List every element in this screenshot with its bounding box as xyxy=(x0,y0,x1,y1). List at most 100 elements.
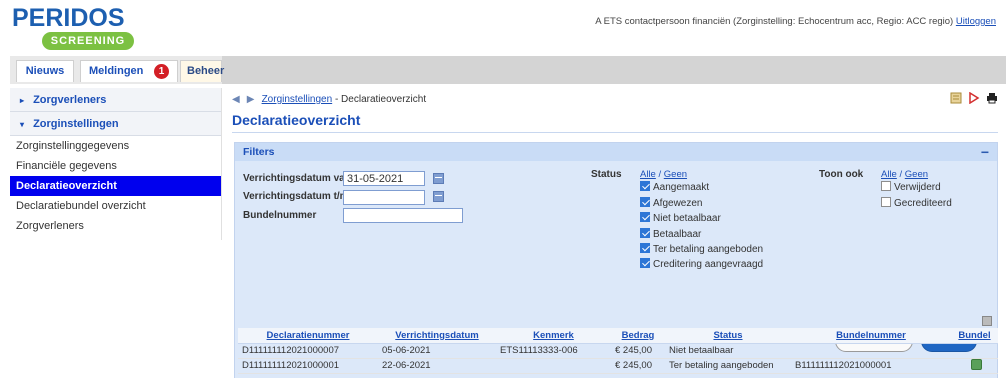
date-to-input[interactable] xyxy=(343,190,425,205)
breadcrumb-link-zorginstellingen[interactable]: Zorginstellingen xyxy=(262,94,333,105)
forward-arrow-icon[interactable]: ▶ xyxy=(247,92,259,108)
col-header-verrichtingsdatum[interactable]: Verrichtingsdatum xyxy=(378,328,496,344)
sidebar-item-declaratiebundel-overzicht[interactable]: Declaratiebundel overzicht xyxy=(10,196,221,216)
tab-bar: Nieuws Meldingen 1 Beheer xyxy=(10,56,1006,84)
checkbox[interactable] xyxy=(881,181,891,191)
calendar-icon[interactable] xyxy=(433,173,444,184)
status-select-links: Alle / Geen xyxy=(640,169,687,180)
back-arrow-icon[interactable]: ◀ xyxy=(232,92,244,108)
logout-link[interactable]: Uitloggen xyxy=(956,16,996,27)
status-option-label: Aangemaakt xyxy=(653,182,710,193)
checkbox[interactable] xyxy=(640,212,650,222)
status-geen-link[interactable]: Geen xyxy=(664,169,687,180)
checkbox[interactable] xyxy=(640,197,650,207)
tab-beheer[interactable]: Beheer xyxy=(180,60,225,82)
col-header-declaratienummer[interactable]: Declaratienummer xyxy=(238,328,378,344)
title-divider xyxy=(232,132,998,133)
status-option-afgewezen[interactable]: Afgewezen xyxy=(640,197,702,210)
sidebar-group-zorginstellingen[interactable]: ▾ Zorginstellingen xyxy=(10,112,221,136)
cell-declaratienummer: D111111112021000007 xyxy=(238,343,378,359)
header: PERIDOS SCREENING A ETS contactpersoon f… xyxy=(0,0,1008,52)
caret-right-icon: ▸ xyxy=(20,96,25,105)
status-option-niet-betaalbaar[interactable]: Niet betaalbaar xyxy=(640,212,721,225)
table-header-row: Declaratienummer Verrichtingsdatum Kenme… xyxy=(238,328,998,344)
pdf-export-icon[interactable] xyxy=(968,92,980,105)
toon-geen-link[interactable]: Geen xyxy=(905,169,928,180)
status-option-label: Afgewezen xyxy=(653,198,703,209)
calendar-icon[interactable] xyxy=(433,191,444,202)
status-option-betaalbaar[interactable]: Betaalbaar xyxy=(640,228,701,241)
breadcrumb-current: - Declaratieoverzicht xyxy=(334,94,427,105)
cell-status: Niet betaalbaar xyxy=(665,343,791,359)
status-option-label: Niet betaalbaar xyxy=(653,213,721,224)
logo-text: PERIDOS xyxy=(12,4,125,32)
logo-subtitle: SCREENING xyxy=(42,32,134,50)
toolbar-icons xyxy=(947,92,998,108)
status-option-creditering-aangevraagd[interactable]: Creditering aangevraagd xyxy=(640,258,763,271)
col-header-bedrag[interactable]: Bedrag xyxy=(611,328,665,344)
checkbox[interactable] xyxy=(640,228,650,238)
tab-beheer-label: Beheer xyxy=(187,65,225,77)
user-info: A ETS contactpersoon financiën (Zorginst… xyxy=(595,16,996,27)
bundelnummer-label: Bundelnummer xyxy=(243,210,317,221)
checkbox[interactable] xyxy=(881,197,891,207)
sidebar-item-zorgverleners[interactable]: Zorgverleners xyxy=(10,216,221,236)
cell-kenmerk xyxy=(496,358,611,374)
col-header-kenmerk[interactable]: Kenmerk xyxy=(496,328,611,344)
sidebar-item-financiele-gegevens[interactable]: Financiële gegevens xyxy=(10,156,221,176)
toon-option-verwijderd[interactable]: Verwijderd xyxy=(881,181,941,194)
sidebar-item-declaratieoverzicht[interactable]: Declaratieoverzicht xyxy=(10,176,221,196)
date-to-label: Verrichtingsdatum t/m xyxy=(243,191,349,202)
checkbox[interactable] xyxy=(640,181,650,191)
sidebar-group-zorgverleners[interactable]: ▸ Zorgverleners xyxy=(10,88,221,112)
toon-separator: / xyxy=(896,169,905,180)
breadcrumb: ◀ ▶ Zorginstellingen - Declaratieoverzic… xyxy=(232,92,426,108)
caret-down-icon: ▾ xyxy=(20,120,25,129)
tab-meldingen[interactable]: Meldingen 1 xyxy=(80,60,178,82)
bundel-icon[interactable] xyxy=(971,358,982,370)
col-header-bundelnummer[interactable]: Bundelnummer xyxy=(791,328,951,344)
status-option-label: Betaalbaar xyxy=(653,229,702,240)
tab-nieuws[interactable]: Nieuws xyxy=(16,60,74,82)
checkbox[interactable] xyxy=(640,243,650,253)
col-header-bundel[interactable]: Bundel xyxy=(951,328,998,344)
toon-select-links: Alle / Geen xyxy=(881,169,928,180)
cell-verrichtingsdatum: 05-06-2021 xyxy=(378,343,496,359)
col-header-status[interactable]: Status xyxy=(665,328,791,344)
status-option-ter-betaling-aangeboden[interactable]: Ter betaling aangeboden xyxy=(640,243,763,256)
status-option-aangemaakt[interactable]: Aangemaakt xyxy=(640,181,709,194)
sidebar: ▸ Zorgverleners ▾ Zorginstellingen Zorgi… xyxy=(10,88,222,240)
checkbox[interactable] xyxy=(640,258,650,268)
collapse-icon[interactable]: − xyxy=(981,143,989,161)
toon-alle-link[interactable]: Alle xyxy=(881,169,897,180)
date-from-input[interactable] xyxy=(343,171,425,186)
status-option-label: Creditering aangevraagd xyxy=(653,259,764,270)
table-row[interactable]: D111111112021000007 05-06-2021 ETS111133… xyxy=(238,343,998,359)
tab-nieuws-label: Nieuws xyxy=(25,65,65,77)
print-icon[interactable] xyxy=(986,92,998,104)
cell-verrichtingsdatum: 22-06-2021 xyxy=(378,358,496,374)
column-settings-icon[interactable] xyxy=(982,316,992,326)
toon-ook-label: Toon ook xyxy=(819,169,864,180)
toon-option-label: Verwijderd xyxy=(894,182,941,193)
excel-export-icon[interactable] xyxy=(950,92,962,104)
sidebar-group-label: Zorgverleners xyxy=(33,94,107,106)
cell-bedrag: € 245,00 xyxy=(611,358,665,374)
toon-option-label: Gecrediteerd xyxy=(894,198,952,209)
cell-bundelnummer xyxy=(791,343,951,359)
table-row[interactable]: D111111112021000001 22-06-2021 € 245,00 … xyxy=(238,358,998,374)
notification-badge: 1 xyxy=(154,64,169,79)
sidebar-item-zorginstellinggegevens[interactable]: Zorginstellinggegevens xyxy=(10,136,221,156)
peridos-logo: PERIDOS SCREENING xyxy=(12,4,142,50)
filters-header[interactable]: Filters − xyxy=(235,143,997,161)
status-option-label: Ter betaling aangeboden xyxy=(653,244,764,255)
cell-kenmerk: ETS11113333-006 xyxy=(496,343,611,359)
sidebar-group-label: Zorginstellingen xyxy=(33,118,119,130)
cell-bundel xyxy=(951,358,998,374)
cell-bundelnummer: B111111112021000001 xyxy=(791,358,951,374)
filters-title: Filters xyxy=(243,146,275,158)
status-alle-link[interactable]: Alle xyxy=(640,169,656,180)
toon-option-gecrediteerd[interactable]: Gecrediteerd xyxy=(881,197,952,210)
page-title: Declaratieoverzicht xyxy=(232,112,361,128)
bundelnummer-input[interactable] xyxy=(343,208,463,223)
